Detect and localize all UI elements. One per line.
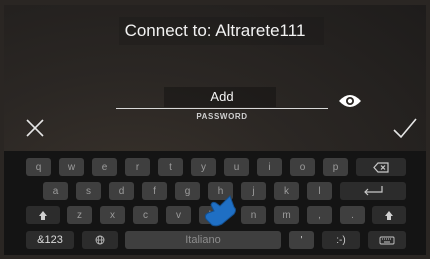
key-t[interactable]: t — [158, 158, 183, 176]
key-z[interactable]: z — [67, 206, 92, 224]
backspace-icon — [373, 161, 389, 173]
wifi-password-screen: Connect to: Altrarete111 Add PASSWORD q … — [4, 5, 426, 255]
symbols-mode-key[interactable]: &123 — [26, 231, 74, 249]
emoji-key[interactable]: :-) — [322, 231, 360, 249]
password-input[interactable]: Add — [116, 89, 328, 104]
globe-icon — [95, 235, 105, 245]
key-p[interactable]: p — [323, 158, 348, 176]
key-l[interactable]: l — [307, 182, 332, 200]
key-o[interactable]: o — [290, 158, 315, 176]
key-d[interactable]: d — [109, 182, 134, 200]
key-q[interactable]: q — [26, 158, 51, 176]
space-bar[interactable]: Italiano — [125, 231, 281, 249]
key-a[interactable]: a — [43, 182, 68, 200]
key-g[interactable]: g — [175, 182, 200, 200]
key-f[interactable]: f — [142, 182, 167, 200]
password-label: PASSWORD — [196, 112, 248, 121]
key-u[interactable]: u — [224, 158, 249, 176]
eye-icon — [339, 95, 361, 107]
key-v[interactable]: v — [166, 206, 191, 224]
keyboard-icon — [379, 236, 395, 244]
key-n[interactable]: n — [241, 206, 266, 224]
key-i[interactable]: i — [257, 158, 282, 176]
keyboard-hide-key[interactable] — [368, 231, 406, 249]
key-comma[interactable]: , — [307, 206, 332, 224]
touch-hand-indicator — [200, 194, 240, 228]
key-c[interactable]: c — [133, 206, 158, 224]
language-key[interactable] — [82, 231, 118, 249]
key-j[interactable]: j — [241, 182, 266, 200]
key-r[interactable]: r — [125, 158, 150, 176]
key-e[interactable]: e — [92, 158, 117, 176]
enter-icon — [364, 186, 383, 196]
shift-key-left[interactable] — [26, 206, 60, 224]
hand-pointer-icon — [204, 195, 236, 227]
key-x[interactable]: x — [100, 206, 125, 224]
key-y[interactable]: y — [191, 158, 216, 176]
key-apostrophe[interactable]: ' — [289, 231, 314, 249]
backspace-key[interactable] — [356, 158, 406, 176]
cancel-button[interactable] — [24, 117, 46, 139]
confirm-button[interactable] — [392, 117, 418, 139]
key-s[interactable]: s — [76, 182, 101, 200]
key-w[interactable]: w — [59, 158, 84, 176]
checkmark-icon — [393, 118, 417, 139]
close-icon — [26, 119, 44, 137]
shift-key-right[interactable] — [372, 206, 406, 224]
key-period[interactable]: . — [340, 206, 365, 224]
shift-icon — [385, 210, 393, 220]
dialog-title: Connect to: Altrarete111 — [124, 21, 306, 40]
password-underline — [116, 108, 328, 109]
enter-key[interactable] — [340, 182, 406, 200]
key-m[interactable]: m — [274, 206, 299, 224]
shift-icon — [39, 210, 47, 220]
show-password-button[interactable] — [338, 92, 362, 110]
key-k[interactable]: k — [274, 182, 299, 200]
